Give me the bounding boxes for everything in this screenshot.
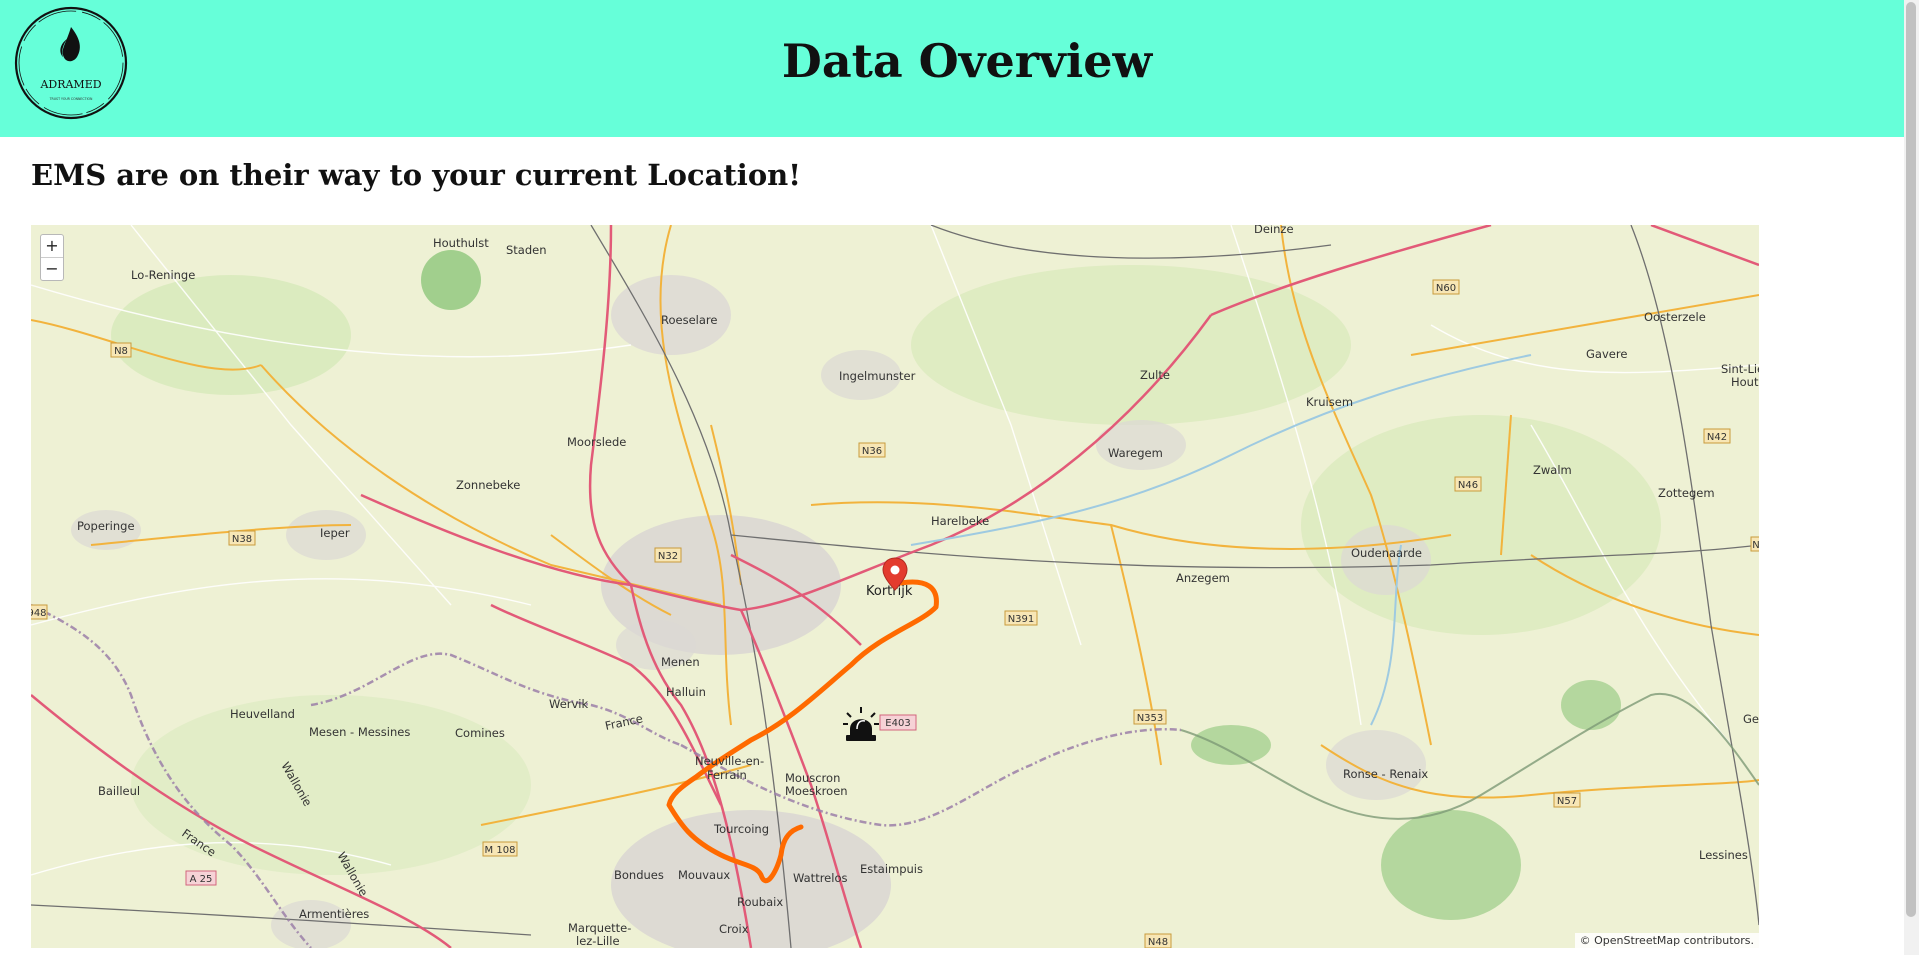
svg-text:Deinze: Deinze [1254, 225, 1294, 236]
svg-text:N48: N48 [1148, 937, 1168, 948]
svg-text:Armentières: Armentières [299, 907, 369, 921]
svg-text:Gavere: Gavere [1586, 347, 1627, 361]
zoom-out-button[interactable]: − [41, 257, 63, 280]
svg-text:N42: N42 [1707, 432, 1727, 443]
site-header: ADRAMED TRUST YOUR CONNECTION Data Overv… [0, 0, 1904, 137]
svg-text:Halluin: Halluin [666, 685, 706, 699]
svg-text:Neuville-en-: Neuville-en- [695, 754, 764, 768]
svg-text:N38: N38 [232, 534, 252, 545]
svg-text:N: N [1752, 540, 1759, 551]
ems-status-message: EMS are on their way to your current Loc… [31, 158, 801, 192]
svg-text:N391: N391 [1008, 614, 1035, 625]
svg-text:Roubaix: Roubaix [737, 895, 783, 909]
svg-text:Marquette-: Marquette- [568, 921, 631, 935]
svg-text:N8: N8 [114, 346, 128, 357]
svg-text:Anzegem: Anzegem [1176, 571, 1230, 585]
svg-text:Estaimpuis: Estaimpuis [860, 862, 923, 876]
map-view[interactable]: N8 N38 N32 N36 N391 N353 E403 N60 N42 N4… [31, 225, 1759, 948]
svg-text:Zwalm: Zwalm [1533, 463, 1572, 477]
svg-text:Bondues: Bondues [614, 868, 664, 882]
svg-text:Oudenaarde: Oudenaarde [1351, 546, 1422, 560]
svg-text:Oosterzele: Oosterzele [1644, 310, 1706, 324]
svg-text:Mouscron: Mouscron [785, 771, 840, 785]
svg-text:Zottegem: Zottegem [1658, 486, 1715, 500]
svg-text:N57: N57 [1557, 796, 1577, 807]
svg-text:Kortrijk: Kortrijk [866, 584, 913, 599]
svg-text:N353: N353 [1137, 713, 1164, 724]
svg-text:Moeskroen: Moeskroen [785, 784, 848, 798]
page-title: Data Overview [781, 34, 1153, 88]
map-tiles[interactable]: N8 N38 N32 N36 N391 N353 E403 N60 N42 N4… [31, 225, 1759, 948]
svg-text:Heuvelland: Heuvelland [230, 707, 295, 721]
svg-text:Houthulst: Houthulst [433, 236, 489, 250]
svg-text:N60: N60 [1436, 283, 1456, 294]
svg-text:Ferrain: Ferrain [707, 768, 747, 782]
svg-text:Bailleul: Bailleul [98, 784, 140, 798]
svg-text:Croix: Croix [719, 922, 749, 936]
svg-text:Zonnebeke: Zonnebeke [456, 478, 520, 492]
svg-text:Menen: Menen [661, 655, 700, 669]
svg-text:Mesen - Messines: Mesen - Messines [309, 725, 410, 739]
svg-text:Hout: Hout [1731, 375, 1759, 389]
svg-text:Lessines: Lessines [1699, 848, 1748, 862]
svg-text:Mouvaux: Mouvaux [678, 868, 730, 882]
svg-text:N32: N32 [658, 551, 678, 562]
svg-text:Harelbeke: Harelbeke [931, 514, 989, 528]
zoom-control: + − [40, 234, 64, 281]
svg-text:N46: N46 [1458, 480, 1478, 491]
svg-text:Wervik: Wervik [549, 697, 589, 711]
svg-text:Zulte: Zulte [1140, 368, 1170, 382]
svg-text:Poperinge: Poperinge [77, 519, 135, 533]
svg-text:Wattrelos: Wattrelos [793, 871, 847, 885]
svg-text:N36: N36 [862, 446, 882, 457]
svg-text:Comines: Comines [455, 726, 505, 740]
svg-text:lez-Lille: lez-Lille [576, 934, 620, 948]
svg-text:Ronse - Renaix: Ronse - Renaix [1343, 767, 1428, 781]
svg-text:E403: E403 [885, 718, 910, 729]
svg-text:Ge: Ge [1743, 712, 1759, 726]
svg-text:Staden: Staden [506, 243, 547, 257]
svg-text:948: 948 [31, 608, 47, 619]
svg-text:Sint-Lie: Sint-Lie [1721, 362, 1759, 376]
svg-text:Tourcoing: Tourcoing [713, 822, 769, 836]
svg-text:A 25: A 25 [190, 874, 213, 885]
svg-text:Lo-Reninge: Lo-Reninge [131, 268, 195, 282]
svg-text:Kruisem: Kruisem [1306, 395, 1353, 409]
logo-tagline: TRUST YOUR CONNECTION [49, 97, 93, 101]
svg-text:M 108: M 108 [485, 845, 516, 856]
svg-text:Roeselare: Roeselare [661, 313, 717, 327]
scrollbar-thumb[interactable] [1906, 2, 1916, 917]
zoom-in-button[interactable]: + [41, 235, 63, 257]
map-attribution[interactable]: © OpenStreetMap contributors. [1574, 933, 1759, 948]
svg-text:Ieper: Ieper [320, 526, 350, 540]
svg-text:Moorslede: Moorslede [567, 435, 626, 449]
svg-text:Waregem: Waregem [1108, 446, 1163, 460]
svg-text:Ingelmunster: Ingelmunster [839, 369, 916, 383]
